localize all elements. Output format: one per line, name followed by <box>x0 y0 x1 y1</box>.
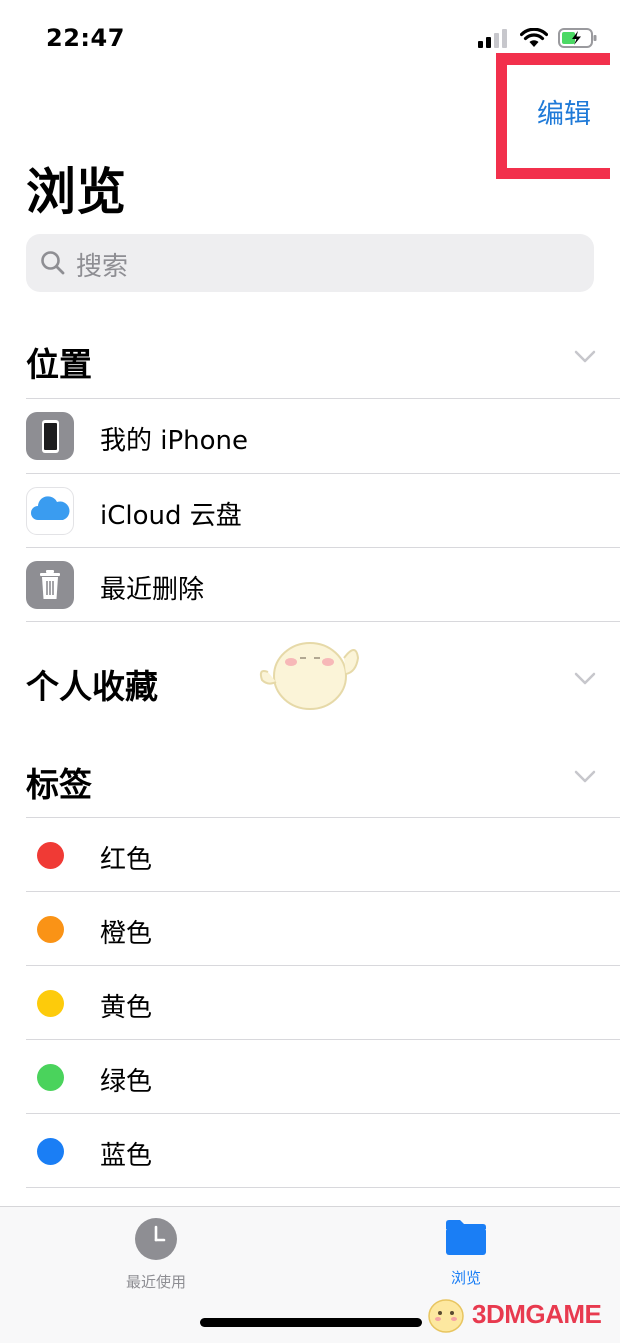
battery-charging-icon <box>558 28 597 48</box>
home-indicator[interactable] <box>200 1318 422 1327</box>
tag-color-dot <box>37 1064 64 1091</box>
chevron-down-icon <box>574 672 596 685</box>
tag-item-label: 红色 <box>100 845 153 875</box>
search-placeholder: 搜索 <box>76 252 129 282</box>
section-title-tags: 标签 <box>26 765 92 804</box>
search-icon <box>41 251 65 275</box>
location-item-iphone[interactable]: 我的 iPhone <box>0 399 620 473</box>
section-header-locations[interactable]: 位置 <box>26 330 620 390</box>
page-title: 浏览 <box>26 163 126 221</box>
mascot-watermark-icon <box>259 642 360 710</box>
site-watermark: 3DMGAME <box>424 1292 602 1336</box>
edit-button[interactable]: 编辑 <box>537 92 591 131</box>
tag-item-orange[interactable]: 橙色 <box>0 892 620 966</box>
search-input[interactable]: 搜索 <box>26 234 594 292</box>
location-item-label: iCloud 云盘 <box>100 501 242 531</box>
iphone-icon <box>26 412 74 460</box>
tag-item-blue[interactable]: 蓝色 <box>0 1114 620 1188</box>
trash-icon <box>26 561 74 609</box>
tag-item-red[interactable]: 红色 <box>0 818 620 892</box>
folder-icon <box>446 1220 486 1255</box>
tag-item-label: 绿色 <box>100 1067 153 1097</box>
tab-recents[interactable]: 最近使用 <box>86 1217 226 1292</box>
location-item-recently-deleted[interactable]: 最近删除 <box>0 548 620 622</box>
tab-label-browse: 浏览 <box>450 1269 481 1287</box>
tag-item-yellow[interactable]: 黄色 <box>0 966 620 1040</box>
section-title-favorites: 个人收藏 <box>26 667 158 706</box>
tab-browse[interactable]: 浏览 <box>396 1217 536 1288</box>
tab-label-recents: 最近使用 <box>125 1273 186 1291</box>
chevron-down-icon <box>574 350 596 363</box>
status-icons <box>478 28 598 48</box>
cellular-signal-icon <box>478 29 507 48</box>
tag-item-label: 黄色 <box>100 993 153 1023</box>
wifi-icon <box>520 28 548 47</box>
chevron-down-icon <box>574 770 596 783</box>
section-title-locations: 位置 <box>26 345 92 384</box>
watermark-text: 3DMGAME <box>472 1298 602 1329</box>
tag-color-dot <box>37 990 64 1017</box>
separator <box>26 621 620 622</box>
icloud-icon <box>26 487 74 535</box>
mascot-logo-icon <box>428 1299 464 1333</box>
status-time: 22:47 <box>46 24 125 52</box>
tag-color-dot <box>37 1138 64 1165</box>
clock-icon <box>135 1218 177 1260</box>
location-item-label: 我的 iPhone <box>100 426 249 456</box>
tag-item-green[interactable]: 绿色 <box>0 1040 620 1114</box>
tag-color-dot <box>37 916 64 943</box>
separator <box>26 1187 620 1188</box>
location-item-label: 最近删除 <box>100 575 205 605</box>
tag-item-label: 蓝色 <box>100 1141 153 1171</box>
tag-item-label: 橙色 <box>100 919 153 949</box>
tag-color-dot <box>37 842 64 869</box>
section-header-tags[interactable]: 标签 <box>26 750 620 810</box>
location-item-icloud[interactable]: iCloud 云盘 <box>0 474 620 548</box>
